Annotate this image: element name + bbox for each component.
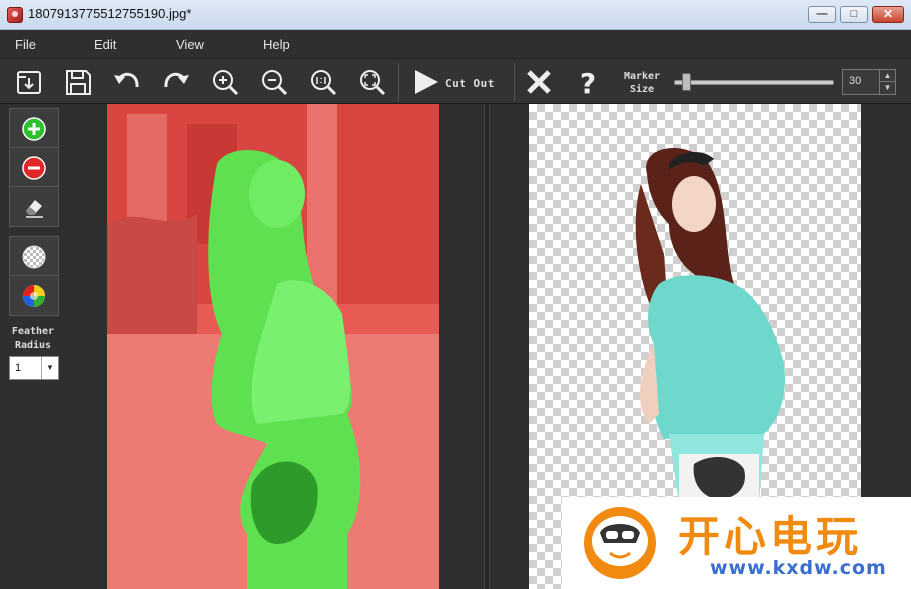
feather-radius-value: 1 (15, 362, 22, 374)
toolbar-separator (514, 63, 515, 101)
menu-file[interactable]: File (15, 37, 36, 52)
watermark-logo-icon (584, 507, 656, 579)
transparent-background-icon (22, 245, 46, 269)
feather-radius-select[interactable]: 1 ▼ (9, 356, 59, 380)
menu-bar: File Edit View Help (0, 30, 911, 58)
save-icon (66, 70, 91, 95)
zoom-out-button[interactable] (257, 65, 291, 99)
eraser-tool[interactable] (10, 187, 58, 226)
undo-icon (114, 72, 139, 88)
chevron-down-icon[interactable]: ▼ (41, 357, 58, 379)
transparent-background-tool[interactable] (10, 237, 58, 276)
open-button[interactable] (12, 65, 46, 99)
zoom-in-button[interactable] (208, 65, 242, 99)
color-background-tool[interactable] (10, 276, 58, 315)
eraser-icon (26, 200, 43, 218)
menu-help[interactable]: Help (263, 37, 290, 52)
marker-size-slider[interactable] (674, 80, 834, 85)
minimize-icon: — (816, 8, 828, 20)
marker-size-value[interactable]: 30 (849, 75, 861, 87)
feather-radius-label: Feather Radius (11, 326, 55, 351)
save-button[interactable] (61, 65, 95, 99)
remove-marker-tool[interactable] (10, 148, 58, 187)
marked-photo (107, 104, 439, 589)
actual-size-button[interactable] (306, 65, 340, 99)
close-icon: ✕ (882, 7, 894, 21)
fit-window-button[interactable] (355, 65, 389, 99)
redo-button[interactable] (159, 65, 193, 99)
add-marker-tool[interactable] (10, 109, 58, 148)
cut-out-button[interactable] (408, 65, 442, 99)
svg-text:?: ? (580, 67, 596, 99)
tool-panel: Feather Radius 1 ▼ (0, 104, 64, 589)
menu-view[interactable]: View (176, 37, 204, 52)
toolbar: Cut Out ? Marker Size 30 ▲ ▼ (0, 58, 911, 104)
clear-icon (527, 70, 551, 94)
close-button[interactable]: ✕ (872, 6, 904, 23)
spin-up-icon[interactable]: ▲ (879, 70, 895, 82)
help-button[interactable]: ? (571, 65, 605, 100)
minimize-button[interactable]: — (808, 6, 836, 23)
zoom-in-icon (213, 70, 239, 96)
zoom-out-icon (262, 70, 288, 96)
watermark-title: 开心电玩 (678, 512, 863, 561)
marker-size-slider-thumb[interactable] (681, 73, 691, 91)
window-title: 1807913775512755190.jpg* (28, 6, 192, 21)
title-bar: 1807913775512755190.jpg* — □ ✕ (0, 0, 911, 30)
background-tool-group (9, 236, 59, 316)
clear-button[interactable] (522, 65, 556, 99)
play-icon (415, 70, 438, 94)
marker-tool-group (9, 108, 59, 227)
maximize-icon: □ (850, 8, 858, 20)
watermark: 开心电玩 www.kxdw.com (562, 497, 911, 589)
source-image-with-markers[interactable] (107, 104, 439, 589)
spin-down-icon[interactable]: ▼ (879, 82, 895, 94)
fit-window-icon (360, 70, 386, 96)
open-icon (17, 71, 41, 94)
marker-size-spinbox[interactable]: 30 ▲ ▼ (842, 69, 896, 95)
menu-edit[interactable]: Edit (94, 37, 116, 52)
marker-size-label: Marker Size (623, 71, 661, 95)
color-background-icon (23, 285, 45, 307)
remove-marker-icon (22, 156, 46, 180)
app-icon (7, 7, 23, 23)
watermark-url: www.kxdw.com (710, 557, 887, 579)
add-marker-icon (22, 117, 46, 141)
toolbar-separator (398, 63, 399, 101)
actual-size-icon (311, 70, 337, 96)
help-icon: ? (580, 67, 596, 100)
maximize-button[interactable]: □ (840, 6, 868, 23)
redo-icon (164, 72, 189, 88)
undo-button[interactable] (110, 65, 144, 99)
cut-out-label[interactable]: Cut Out (445, 77, 495, 90)
